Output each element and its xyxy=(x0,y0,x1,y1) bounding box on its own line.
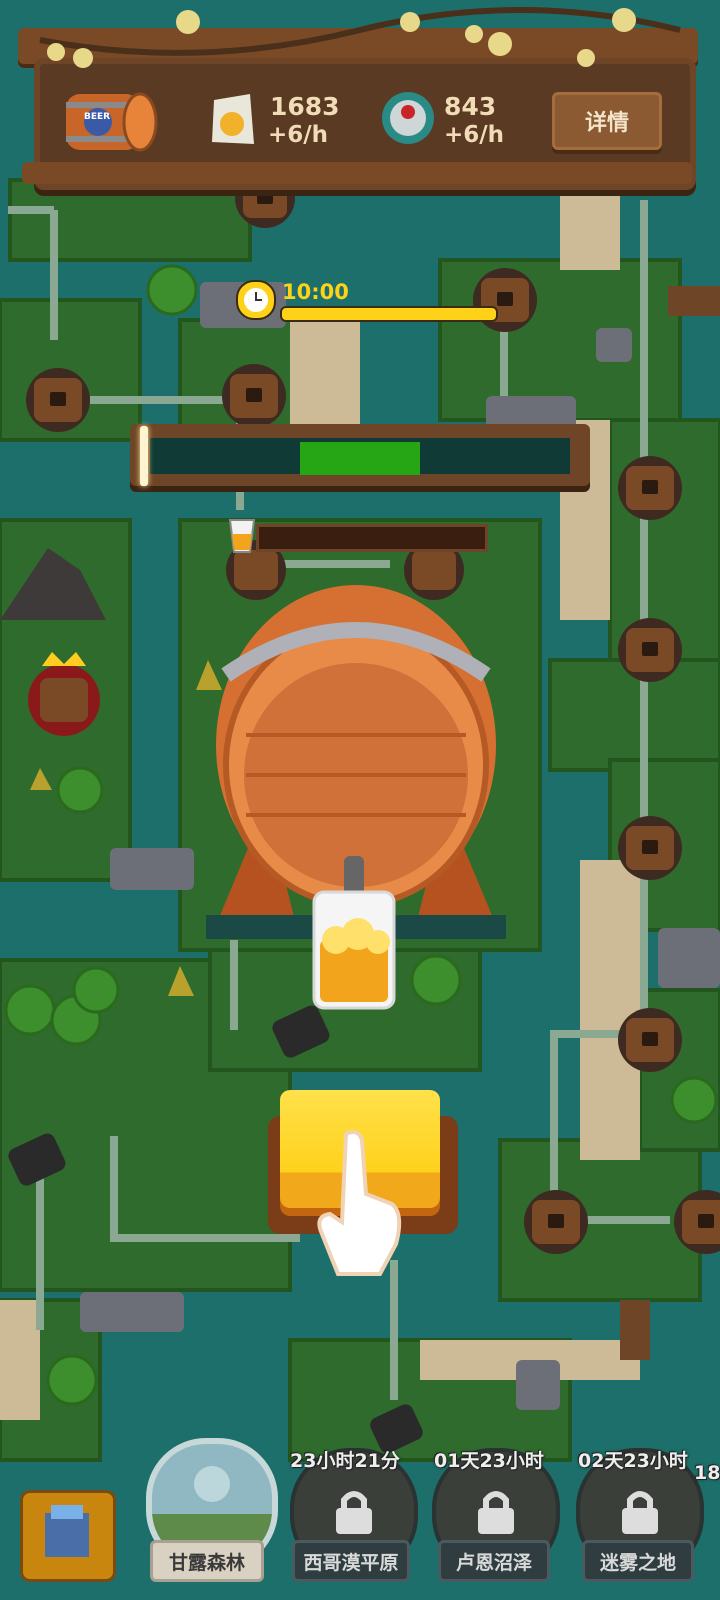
header-vines xyxy=(39,7,681,68)
resource2-rate: +6/h xyxy=(444,122,505,148)
lock-icon xyxy=(622,1491,658,1534)
nav-region-4-label: 迷雾之地 xyxy=(582,1540,694,1582)
bottle-cap-icon xyxy=(380,90,436,146)
nav-region-1-label: 甘露森林 xyxy=(150,1540,264,1582)
beer-tap-glass xyxy=(306,850,402,1014)
nav-region-2-label: 西哥漠平原 xyxy=(292,1540,410,1582)
castle-button[interactable] xyxy=(20,1490,116,1582)
nav-region-4-timer: 02天23小时 xyxy=(578,1450,688,1472)
nav-region-3-timer: 01天23小时 xyxy=(434,1450,544,1472)
pour-meter-target-zone xyxy=(300,442,420,475)
detail-button[interactable]: 详情 xyxy=(552,92,662,150)
beer-barrel-icon: BEER xyxy=(62,88,162,156)
header-bottom-beam xyxy=(22,162,692,184)
pour-meter-marker xyxy=(140,426,148,486)
resource1-amount: 1683 xyxy=(270,92,340,121)
resource2-amount: 843 xyxy=(444,92,497,121)
nav-region-2-timer: 23小时21分 xyxy=(290,1450,400,1472)
timer-text: 10:00 xyxy=(282,280,349,304)
beer-label: BEER xyxy=(84,112,111,122)
clock-icon xyxy=(236,280,276,320)
nav-edge-timer: 18 xyxy=(694,1462,720,1484)
resource1-rate: +6/h xyxy=(268,122,329,148)
beer-glass-icon xyxy=(226,516,258,556)
beer-fill-bar xyxy=(256,524,488,552)
lock-icon xyxy=(336,1491,372,1534)
pointing-hand-icon xyxy=(300,1124,410,1284)
lock-icon xyxy=(478,1491,514,1534)
hops-bag-icon xyxy=(206,90,258,148)
timer-bar xyxy=(280,306,498,322)
nav-region-3-label: 卢恩沼泽 xyxy=(438,1540,550,1582)
